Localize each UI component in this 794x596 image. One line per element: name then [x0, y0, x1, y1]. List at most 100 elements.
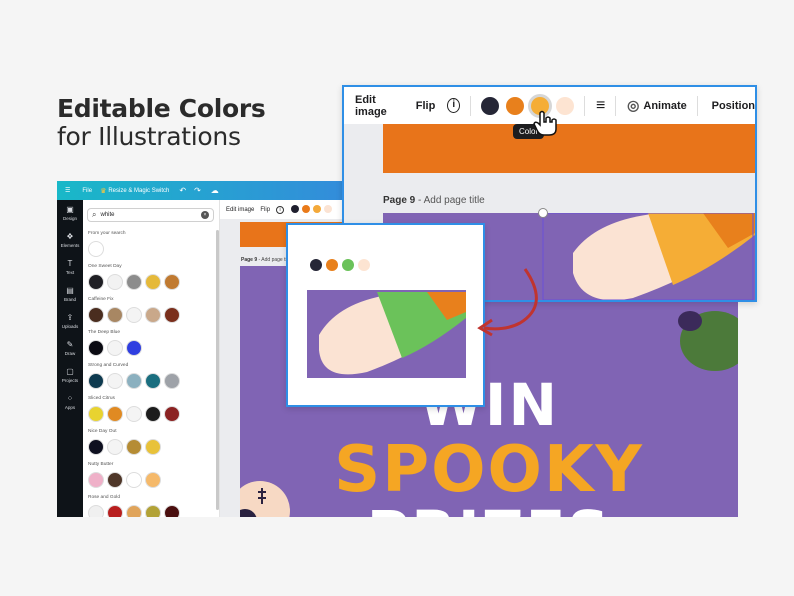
palette-name: Nutty Butter: [88, 462, 114, 467]
recolored-candy-corn: [319, 292, 466, 375]
clear-search-icon[interactable]: ×: [201, 211, 209, 219]
color-swatch[interactable]: [88, 505, 104, 517]
color-swatch[interactable]: [107, 373, 123, 389]
zoom-color-dot[interactable]: [556, 96, 575, 115]
rail-icon: ⇪: [66, 313, 74, 322]
toolbar-divider: [615, 95, 617, 116]
color-swatch[interactable]: [88, 373, 104, 389]
color-dot[interactable]: [302, 204, 311, 213]
recolored-dot[interactable]: [342, 259, 354, 271]
crown-icon: ♛: [100, 187, 107, 195]
redo-icon[interactable]: ↷: [194, 186, 201, 195]
color-swatch[interactable]: [88, 274, 104, 290]
color-swatch[interactable]: [145, 274, 161, 290]
info-icon[interactable]: i: [276, 205, 285, 214]
selection-handle[interactable]: [538, 208, 548, 218]
color-swatch[interactable]: [88, 406, 104, 422]
rail-icon: ❖: [66, 232, 74, 241]
color-swatch[interactable]: [107, 505, 123, 517]
rail-label: Design: [62, 216, 77, 221]
rail-label: Uploads: [61, 324, 79, 329]
color-swatch[interactable]: [107, 274, 123, 290]
rail-label: Draw: [64, 351, 76, 356]
palette-name: From your search: [88, 231, 126, 236]
color-swatch[interactable]: [126, 439, 142, 455]
rail-label: Apps: [64, 405, 76, 410]
color-swatch[interactable]: [164, 307, 180, 323]
color-swatch[interactable]: [107, 307, 123, 323]
rail-item-text[interactable]: T Text: [57, 254, 83, 281]
rail-item-draw[interactable]: ✎ Draw: [57, 335, 83, 362]
color-swatch[interactable]: [107, 439, 123, 455]
color-swatch[interactable]: [145, 439, 161, 455]
palette-name: Sliced Citrus: [88, 396, 115, 401]
color-swatch[interactable]: [145, 307, 161, 323]
zoom-orange-strip: [383, 124, 755, 173]
color-swatch[interactable]: [126, 505, 142, 517]
toolbar-divider: [584, 95, 585, 116]
color-swatch[interactable]: [164, 373, 180, 389]
zoom-flip-button[interactable]: Flip: [416, 100, 436, 112]
palette-group: Nutty Butter: [88, 462, 161, 488]
color-swatch[interactable]: [107, 340, 123, 356]
color-dot[interactable]: [324, 204, 333, 213]
position-button[interactable]: Position: [712, 100, 755, 112]
flip-button[interactable]: Flip: [260, 207, 270, 213]
rail-item-apps[interactable]: ⁘ Apps: [57, 389, 83, 416]
panel-scrollbar[interactable]: [216, 230, 219, 510]
color-swatch[interactable]: [145, 472, 161, 488]
color-swatch[interactable]: [126, 340, 142, 356]
search-input[interactable]: ⌕ white ×: [87, 208, 214, 222]
zoom-color-dot[interactable]: [481, 96, 500, 115]
page-label: Page 9 - Add page title: [241, 257, 292, 263]
color-swatch[interactable]: [107, 406, 123, 422]
rail-item-brand[interactable]: ▤ Brand: [57, 281, 83, 308]
headline-line-2: for Illustrations: [57, 122, 241, 151]
menu-icon[interactable]: ☰: [65, 187, 70, 194]
recolored-dot[interactable]: [310, 259, 322, 271]
color-swatch[interactable]: [126, 472, 142, 488]
color-swatch[interactable]: [126, 307, 142, 323]
rail-item-design[interactable]: ▣ Design: [57, 200, 83, 227]
color-swatch[interactable]: [126, 406, 142, 422]
color-swatch[interactable]: [88, 472, 104, 488]
zoom-edit-image-button[interactable]: Edit image: [355, 94, 402, 118]
zoom-color-dot[interactable]: [506, 96, 525, 115]
rail-label: Text: [65, 270, 75, 275]
color-swatch[interactable]: [126, 373, 142, 389]
green-blob-illustration: [678, 311, 738, 371]
rail-item-uploads[interactable]: ⇪ Uploads: [57, 308, 83, 335]
rail-icon: ▢: [66, 367, 74, 376]
color-swatch[interactable]: [88, 307, 104, 323]
palette-name: Strong and Curved: [88, 363, 129, 368]
zoom-info-icon[interactable]: i: [447, 98, 461, 113]
rail-icon: ⁘: [66, 394, 74, 403]
undo-icon[interactable]: ↶: [179, 186, 186, 195]
color-swatch[interactable]: [88, 439, 104, 455]
palette-name: Nice Day Out: [88, 429, 117, 434]
color-swatch[interactable]: [88, 340, 104, 356]
recolored-dot[interactable]: [358, 259, 370, 271]
color-swatch[interactable]: [164, 406, 180, 422]
color-swatch[interactable]: [164, 505, 180, 517]
palette-group: From your search: [88, 231, 126, 257]
cloud-icon[interactable]: ☁: [211, 186, 219, 195]
color-swatch[interactable]: [126, 274, 142, 290]
color-dot[interactable]: [291, 204, 300, 213]
rail-item-elements[interactable]: ❖ Elements: [57, 227, 83, 254]
recolored-dot[interactable]: [326, 259, 338, 271]
color-swatch[interactable]: [145, 373, 161, 389]
color-swatch[interactable]: [107, 472, 123, 488]
color-swatch[interactable]: [164, 274, 180, 290]
color-dot[interactable]: [313, 204, 322, 213]
rail-item-projects[interactable]: ▢ Projects: [57, 362, 83, 389]
palette-group: Strong and Curved: [88, 363, 180, 389]
color-swatch[interactable]: [88, 241, 104, 257]
edit-image-button[interactable]: Edit image: [226, 207, 254, 213]
color-swatch[interactable]: [145, 406, 161, 422]
align-icon[interactable]: ≡: [596, 97, 605, 115]
animate-button[interactable]: Animate: [643, 100, 686, 112]
color-swatch[interactable]: [145, 505, 161, 517]
file-menu[interactable]: File: [82, 188, 92, 194]
resize-button[interactable]: ♛ Resize & Magic Switch: [100, 187, 169, 195]
